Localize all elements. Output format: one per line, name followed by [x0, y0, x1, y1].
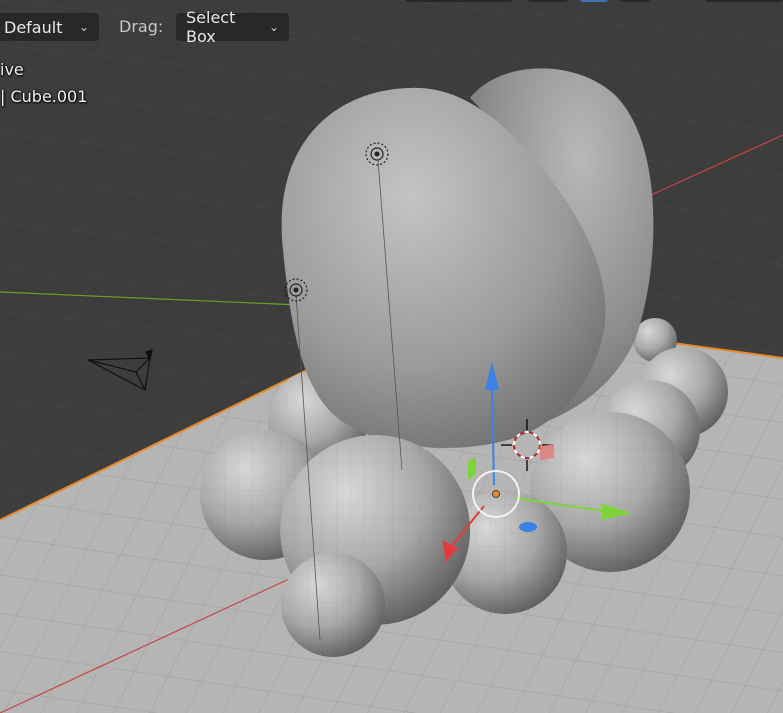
drag-mode-dropdown[interactable]: Select Box ⌄ — [176, 8, 289, 46]
viewport-collection-text: | Cube.001 — [0, 87, 88, 106]
chevron-down-icon: ⌄ — [78, 20, 89, 34]
sphere-small-front-facets — [281, 553, 385, 657]
gizmo-plane-xy-icon[interactable] — [519, 522, 537, 532]
3d-viewport[interactable] — [0, 0, 783, 713]
gizmo-plane-xz-icon[interactable] — [540, 444, 554, 460]
object-origin-icon — [492, 490, 500, 498]
drag-mode-value: Select Box — [186, 8, 236, 46]
viewport-mode-text: ive — [0, 60, 24, 79]
transform-orientation-value: Default — [4, 17, 63, 37]
chevron-down-icon: ⌄ — [268, 20, 279, 34]
transform-orientation-dropdown[interactable]: Default ⌄ — [0, 13, 99, 41]
